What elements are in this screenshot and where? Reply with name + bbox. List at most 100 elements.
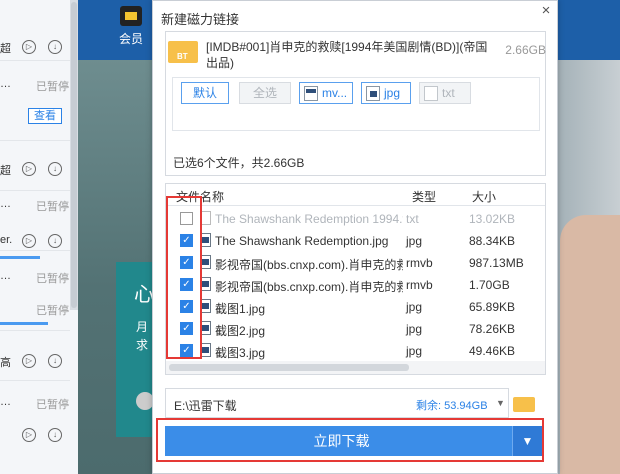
bt-folder-icon: BT [168, 38, 198, 64]
file-table-header: 文件名称 类型 大小 [166, 184, 545, 206]
file-type: jpg [406, 322, 423, 336]
file-size: 88.34KB [469, 234, 516, 248]
vip-button[interactable]: 会员 [108, 6, 154, 47]
download-icon[interactable]: ↓ [48, 234, 62, 248]
task-status: 已暂停 [36, 305, 69, 317]
task-name: er. [0, 234, 13, 246]
text-file-icon [424, 86, 438, 101]
dialog-title: 新建磁力链接 [161, 12, 240, 27]
divider [0, 140, 70, 141]
file-type: jpg [406, 234, 423, 248]
save-path-field[interactable]: E:\迅雷下载 剩余: 53.94GB ▼ [165, 388, 509, 418]
vip-icon [120, 6, 142, 26]
divider [0, 330, 70, 331]
save-path-value: E:\迅雷下载 [174, 399, 237, 413]
play-icon[interactable]: ▷ [22, 428, 36, 442]
background-hand [560, 215, 620, 474]
task-list-item[interactable]: er. ▷ ↓ [0, 232, 78, 252]
torrent-name: [IMDB#001]肖申克的救赎[1994年美国剧情(BD)](帝国出品) [206, 40, 488, 70]
download-icon[interactable]: ↓ [48, 40, 62, 54]
close-icon[interactable]: × [537, 2, 555, 20]
filter-jpg-button[interactable]: jpg [361, 82, 411, 104]
file-size: 65.89KB [469, 300, 516, 314]
task-name: … [0, 396, 11, 408]
task-status: 已暂停 [36, 399, 69, 411]
task-list-item[interactable]: ▷ ↓ [0, 426, 78, 446]
selection-info: 已选6个文件，共2.66GB [173, 156, 305, 170]
file-name: 截图3.jpg [215, 346, 266, 360]
filter-jpg-label: jpg [384, 86, 401, 100]
task-list-item[interactable]: … 已暂停 [0, 394, 78, 414]
download-icon[interactable]: ↓ [48, 354, 62, 368]
task-status: 已暂停 [36, 201, 69, 213]
file-name: 影视帝国(bbs.cnxp.com).肖申克的救赎.... [215, 280, 403, 294]
promo-card-title: 心 [134, 284, 154, 306]
filter-bar: 默认 全选 mv... jpg txt [172, 77, 540, 131]
filter-rmvb-label: mv... [322, 86, 348, 100]
play-icon[interactable]: ▷ [22, 234, 36, 248]
task-name: 超 [0, 165, 11, 177]
file-row[interactable]: ✓ 截图1.jpg jpg 65.89KB [166, 296, 545, 318]
file-size: 49.46KB [469, 344, 516, 358]
file-row[interactable]: ✓影视帝国(bbs.cnxp.com).肖申克的救赎....rmvb1.70GB [166, 274, 545, 296]
file-row[interactable]: ✓影视帝国(bbs.cnxp.com).肖申克的救赎....rmvb987.13… [166, 252, 545, 274]
file-table-scrollbar[interactable] [166, 361, 545, 374]
filter-rmvb-button[interactable]: mv... [299, 82, 353, 104]
task-list-panel: 超 ▷ ↓… 已暂停超 ▷ ↓… 已暂停 er. ▷ ↓… 已暂停 已暂停高 ▷ ↓… 已暂停 ▷ ↓ 查看 [0, 0, 78, 474]
video-file-icon [304, 86, 318, 101]
task-status: 已暂停 [36, 81, 69, 93]
torrent-size: 2.66GB [505, 43, 546, 57]
file-type: jpg [406, 300, 423, 314]
play-icon[interactable]: ▷ [22, 354, 36, 368]
task-name: 超 [0, 43, 11, 55]
download-icon[interactable]: ↓ [48, 162, 62, 176]
image-file-icon [366, 86, 380, 101]
divider [0, 60, 70, 61]
play-icon[interactable]: ▷ [22, 40, 36, 54]
header-type[interactable]: 类型 [412, 188, 436, 205]
chevron-down-icon[interactable]: ▼ [496, 398, 505, 408]
checkbox-highlight-box [166, 196, 202, 359]
file-row[interactable]: ✓ 截图2.jpg jpg 78.26KB [166, 318, 545, 340]
task-list-item[interactable]: … 已暂停 [0, 76, 78, 96]
view-button[interactable]: 查看 [28, 108, 62, 124]
filter-default-button[interactable]: 默认 [181, 82, 229, 104]
file-name: 影视帝国(bbs.cnxp.com).肖申克的救赎.... [215, 258, 403, 272]
task-list-item[interactable]: … 已暂停 [0, 268, 78, 288]
file-name: The Shawshank Redemption 1994.txt [215, 212, 403, 226]
filter-select-all-label: 全选 [252, 86, 277, 100]
task-name: … [0, 78, 11, 90]
folder-browse-button[interactable] [513, 393, 539, 413]
torrent-info-panel: BT [IMDB#001]肖申克的救赎[1994年美国剧情(BD)](帝国出品)… [165, 31, 546, 176]
task-list-item[interactable]: 已暂停 [0, 300, 78, 320]
file-row[interactable]: ✓ 截图3.jpg jpg 49.46KB [166, 340, 545, 362]
file-table: 文件名称 类型 大小 The Shawshank Redemption 1994… [165, 183, 546, 375]
download-icon[interactable]: ↓ [48, 428, 62, 442]
divider [0, 250, 70, 251]
folder-icon [513, 397, 535, 412]
progress-bar [0, 322, 48, 325]
file-type: jpg [406, 344, 423, 358]
task-list-item[interactable]: 超 ▷ ↓ [0, 160, 78, 180]
filter-select-all-button[interactable]: 全选 [239, 82, 291, 104]
header-size[interactable]: 大小 [472, 188, 496, 205]
file-size: 987.13MB [469, 256, 524, 270]
file-name: The Shawshank Redemption.jpg [215, 234, 389, 248]
file-row[interactable]: ✓ The Shawshank Redemption.jpg jpg 88.34KB [166, 230, 545, 252]
file-name: 截图2.jpg [215, 324, 266, 338]
file-size: 13.02KB [469, 212, 516, 226]
file-row[interactable]: The Shawshank Redemption 1994.txt txt 13.0… [166, 208, 545, 230]
task-list-item[interactable]: 高 ▷ ↓ [0, 352, 78, 372]
file-size: 78.26KB [469, 322, 516, 336]
file-type: rmvb [406, 278, 433, 292]
progress-bar [0, 256, 40, 259]
promo-card: 心 月 求 [116, 262, 156, 437]
file-size: 1.70GB [469, 278, 510, 292]
filter-txt-button[interactable]: txt [419, 82, 471, 104]
vip-label: 会员 [118, 32, 143, 46]
task-list-item[interactable]: 超 ▷ ↓ [0, 38, 78, 58]
task-list-item[interactable]: … 已暂停 [0, 196, 78, 216]
play-icon[interactable]: ▷ [22, 162, 36, 176]
task-name: … [0, 270, 11, 282]
task-list-scrollbar[interactable] [70, 0, 78, 310]
